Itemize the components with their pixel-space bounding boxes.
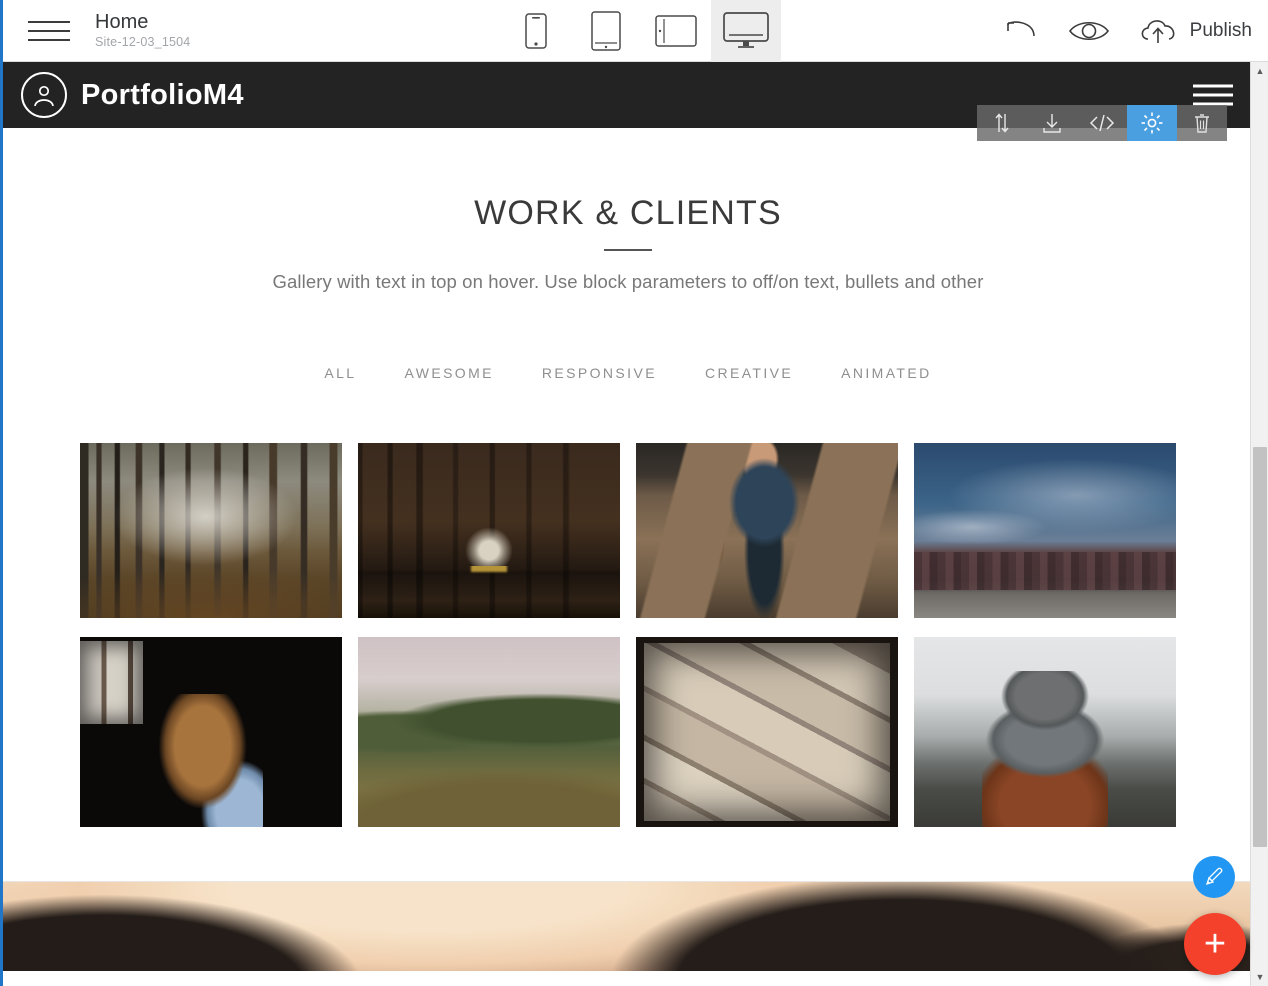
editor-tools: Publish xyxy=(1004,0,1252,62)
plus-icon: + xyxy=(1203,923,1227,965)
gallery-item-night-sky-treeline[interactable] xyxy=(914,443,1176,618)
block-code-button[interactable] xyxy=(1077,105,1127,141)
scroll-up-button[interactable]: ▲ xyxy=(1251,62,1268,80)
move-up-down-icon xyxy=(995,113,1009,133)
man-tweed-blazer-image xyxy=(636,443,898,618)
hamburger-icon xyxy=(28,38,70,41)
hamburger-icon xyxy=(1193,84,1233,88)
gallery-item-autumn-forest[interactable] xyxy=(80,443,342,618)
device-mobile-button[interactable] xyxy=(501,0,571,62)
scroll-down-button[interactable]: ▼ xyxy=(1251,968,1268,986)
gallery-filter-responsive[interactable]: RESPONSIVE xyxy=(518,365,681,381)
brand-name: PortfolioM4 xyxy=(81,78,244,111)
brand[interactable]: PortfolioM4 xyxy=(21,72,244,118)
publish-button[interactable]: Publish xyxy=(1138,16,1252,46)
vertical-scrollbar[interactable]: ▲ ▼ xyxy=(1250,62,1268,986)
editor-topbar: Home Site-12-03_1504 Publish xyxy=(3,0,1268,62)
preview-button[interactable] xyxy=(1068,18,1110,44)
section-subtitle: Gallery with text in top on hover. Use b… xyxy=(272,271,984,292)
autumn-forest-image xyxy=(80,443,342,618)
block-download-button[interactable] xyxy=(1027,105,1077,141)
publish-label: Publish xyxy=(1189,20,1252,41)
block-delete-button[interactable] xyxy=(1177,105,1227,141)
brush-icon xyxy=(1205,867,1223,886)
site-canvas: PortfolioM4 WORK & CLIENTS Gallery with … xyxy=(3,62,1253,986)
theme-brush-button[interactable] xyxy=(1193,856,1235,898)
scrollbar-thumb[interactable] xyxy=(1253,447,1267,847)
download-icon xyxy=(1043,114,1061,133)
green-hills-image xyxy=(358,637,620,827)
device-desktop-button[interactable] xyxy=(711,0,781,62)
gear-icon xyxy=(1141,112,1163,134)
hamburger-icon xyxy=(1193,93,1233,97)
hamburger-icon xyxy=(28,20,70,23)
device-landscape-button[interactable] xyxy=(641,0,711,62)
gallery-item-person-fog-beanie[interactable] xyxy=(914,637,1176,827)
site-id-label: Site-12-03_1504 xyxy=(95,34,191,49)
editor-window: Home Site-12-03_1504 Publish PortfolioM4… xyxy=(0,0,1268,986)
gallery-item-woman-dark-room[interactable] xyxy=(80,637,342,827)
site-info[interactable]: Home Site-12-03_1504 xyxy=(95,11,190,51)
gallery-filter-creative[interactable]: CREATIVE xyxy=(681,365,817,381)
eye-icon xyxy=(1068,21,1109,41)
title-divider xyxy=(604,249,652,251)
main-menu-button[interactable] xyxy=(17,20,81,41)
gallery-filter-awesome[interactable]: AWESOME xyxy=(381,365,518,381)
block-move-button[interactable] xyxy=(977,105,1027,141)
woman-dark-room-image xyxy=(80,637,342,827)
user-circle-icon xyxy=(21,72,67,118)
page-title: Home xyxy=(95,10,149,33)
section-title: WORK & CLIENTS xyxy=(474,194,782,232)
device-tablet-button[interactable] xyxy=(571,0,641,62)
undo-button[interactable] xyxy=(1004,18,1040,44)
add-block-button[interactable]: + xyxy=(1184,913,1246,975)
gallery-filters: ALL AWESOME RESPONSIVE CREATIVE ANIMATED xyxy=(3,365,1253,381)
gallery-item-green-hills[interactable] xyxy=(358,637,620,827)
undo-icon xyxy=(1006,21,1035,37)
chevron-down-icon: ▼ xyxy=(1255,972,1265,982)
night-sky-treeline-image xyxy=(914,443,1176,618)
person-fog-beanie-image xyxy=(914,637,1176,827)
gallery-section: WORK & CLIENTS Gallery with text in top … xyxy=(3,128,1253,881)
gallery-item-man-tweed-blazer[interactable] xyxy=(636,443,898,618)
gallery-filter-animated[interactable]: ANIMATED xyxy=(817,365,956,381)
vintage-paper-maps-image xyxy=(636,637,898,827)
cloud-upload-icon xyxy=(1141,20,1175,43)
device-preview-switcher xyxy=(501,0,781,62)
sunset-mountains-image xyxy=(3,882,1253,971)
gallery-grid xyxy=(3,443,1253,827)
code-icon xyxy=(1089,114,1115,132)
hamburger-icon xyxy=(28,29,70,32)
gallery-item-model-ship-shelf[interactable] xyxy=(358,443,620,618)
block-settings-button[interactable] xyxy=(1127,105,1177,141)
model-ship-shelf-image xyxy=(358,443,620,618)
tablet-portrait-icon xyxy=(591,11,621,51)
block-toolbar xyxy=(977,105,1227,141)
next-block-preview[interactable] xyxy=(3,881,1253,971)
gallery-filter-all[interactable]: ALL xyxy=(300,365,380,381)
trash-icon xyxy=(1195,114,1209,133)
gallery-item-vintage-paper-maps[interactable] xyxy=(636,637,898,827)
phone-icon xyxy=(525,13,547,49)
desktop-icon xyxy=(723,12,769,48)
site-menu-button[interactable] xyxy=(1193,84,1233,106)
tablet-landscape-icon xyxy=(655,15,697,47)
chevron-up-icon: ▲ xyxy=(1255,66,1265,76)
